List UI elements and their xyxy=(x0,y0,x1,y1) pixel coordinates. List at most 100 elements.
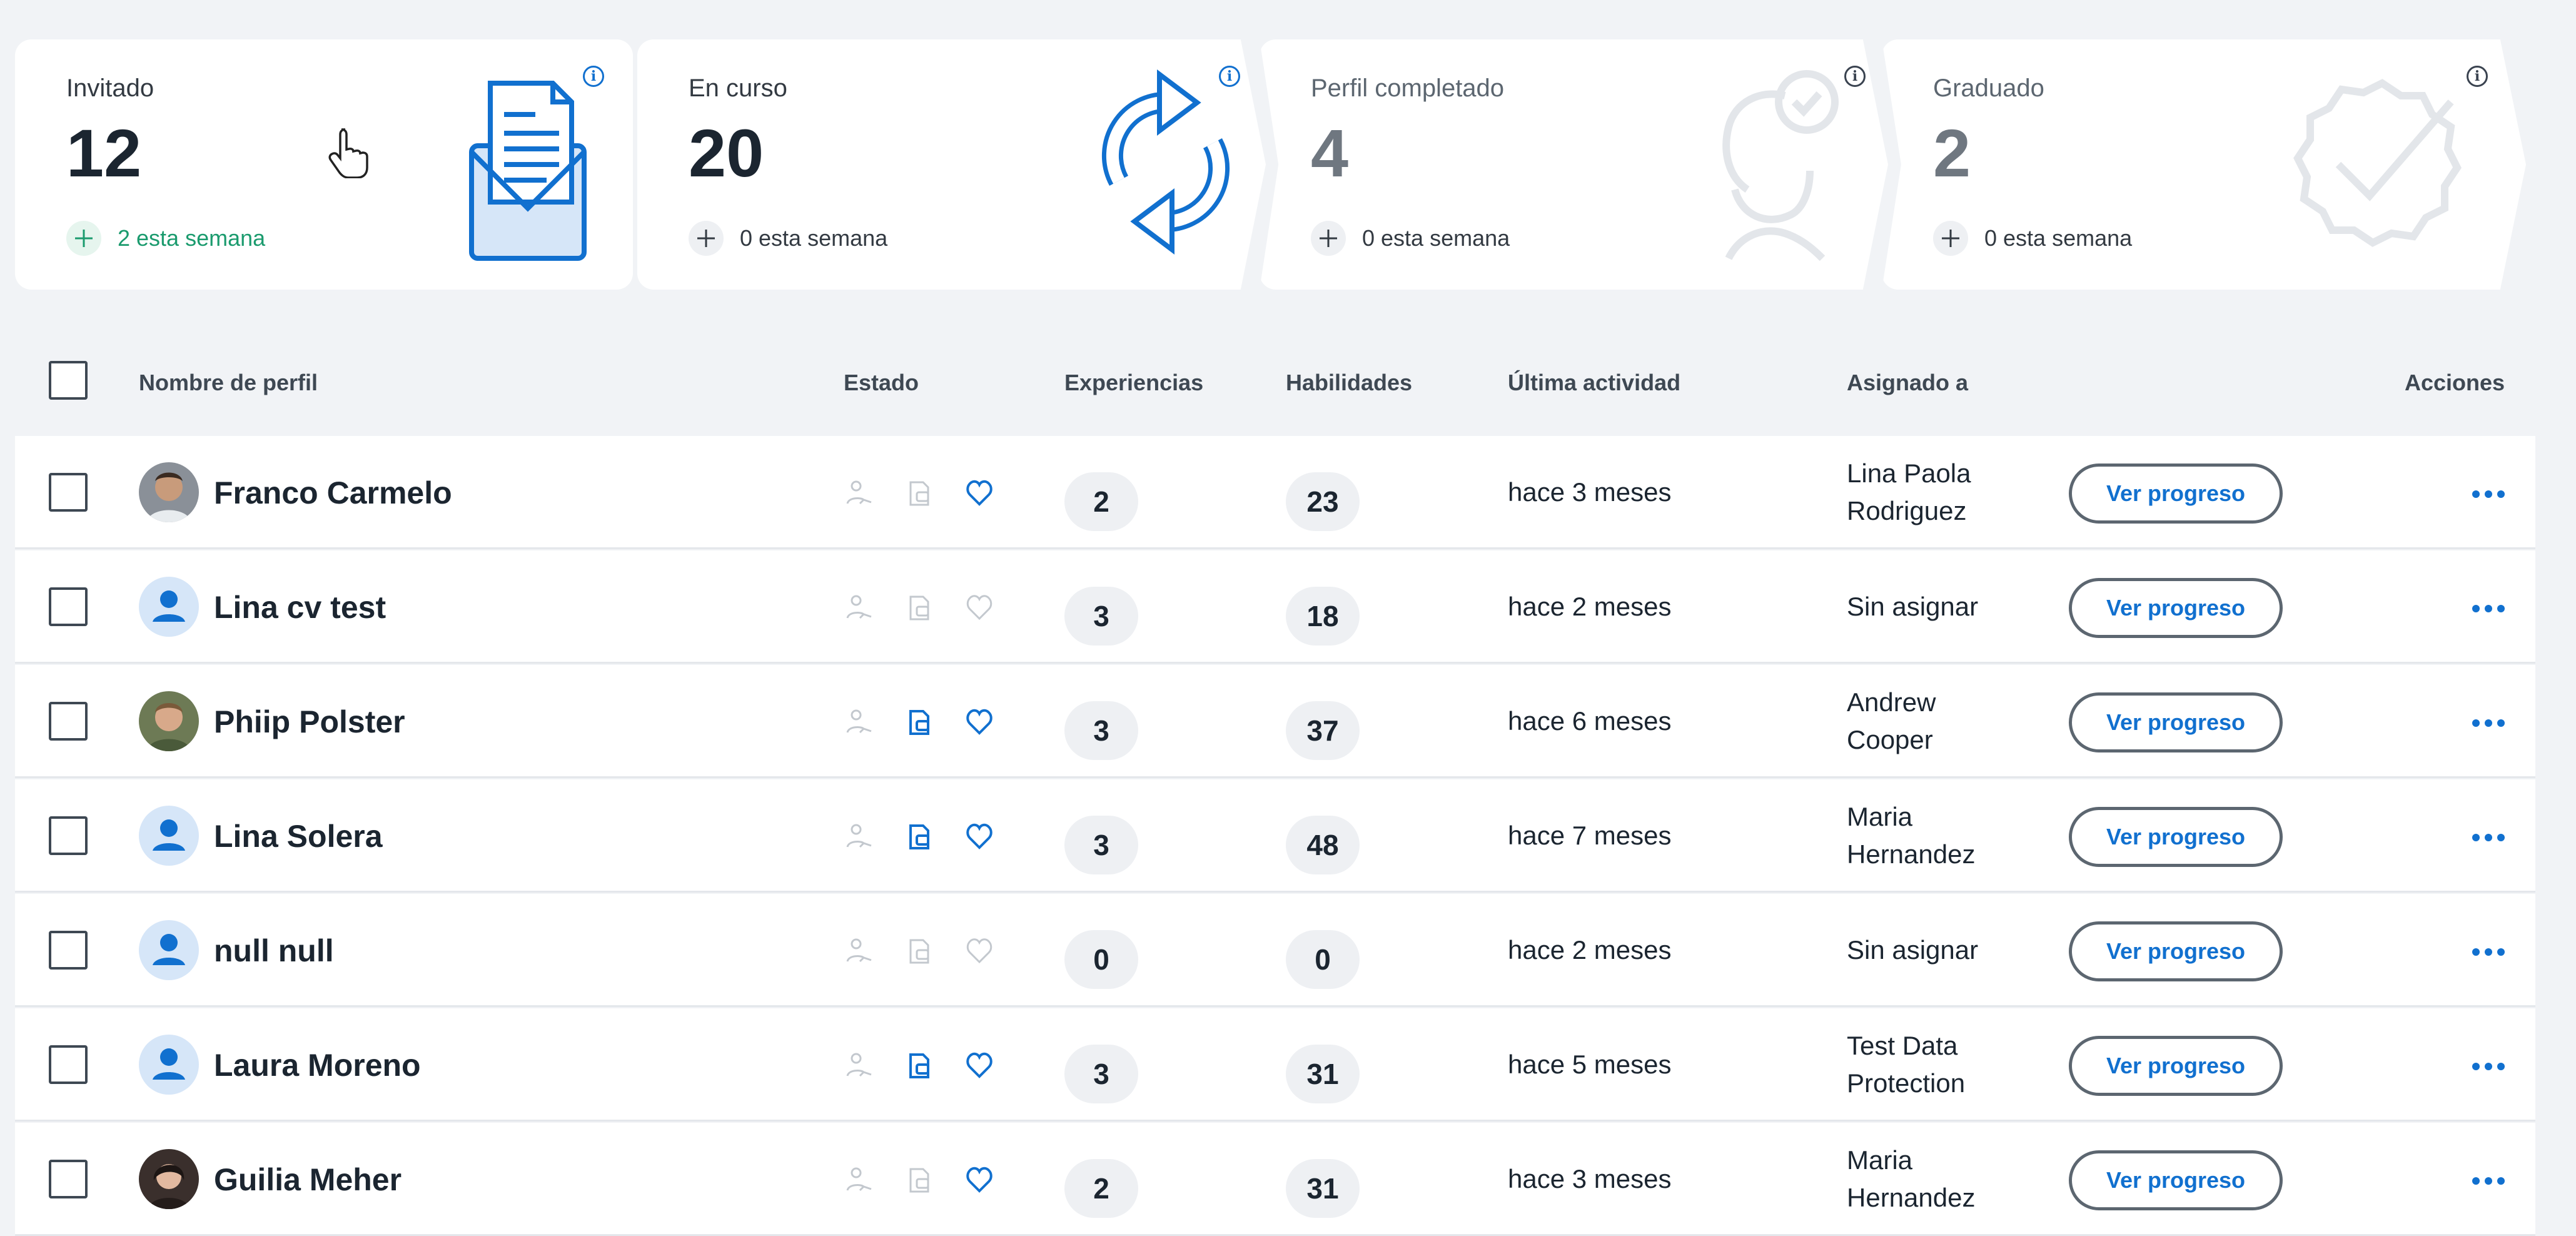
hand-cursor-icon xyxy=(328,128,368,178)
table-row[interactable]: Lina cv test 3 18 hace 2 meses Sin asign… xyxy=(15,550,2535,664)
last-activity: hace 5 meses xyxy=(1508,1050,1672,1079)
signature-icon xyxy=(846,938,872,963)
card-value: 4 xyxy=(1311,115,1349,191)
heart-icon[interactable] xyxy=(964,822,994,852)
more-options-icon[interactable] xyxy=(2470,714,2507,732)
avatar xyxy=(139,806,199,866)
column-header-assigned[interactable]: Asignado a xyxy=(1847,370,1968,396)
table-row[interactable]: Laura Moreno 3 31 hace 5 meses Test Data… xyxy=(15,1008,2535,1122)
view-progress-button[interactable]: Ver progreso xyxy=(2069,1036,2283,1096)
row-checkbox[interactable] xyxy=(49,816,88,855)
view-progress-button[interactable]: Ver progreso xyxy=(2069,921,2283,981)
heart-icon[interactable] xyxy=(964,1165,994,1195)
more-options-icon[interactable] xyxy=(2470,943,2507,961)
card-value: 2 xyxy=(1933,115,1971,191)
experiences-count: 3 xyxy=(1064,701,1138,760)
last-activity: hace 7 meses xyxy=(1508,821,1672,850)
heart-icon[interactable] xyxy=(964,1051,994,1081)
experiences-count: 3 xyxy=(1064,816,1138,874)
row-checkbox[interactable] xyxy=(49,702,88,741)
assigned-line-1: Lina Paola xyxy=(1847,458,1971,488)
column-header-experiences[interactable]: Experiencias xyxy=(1064,370,1203,396)
table-row[interactable]: Franco Carmelo 2 23 hace 3 meses Lina Pa… xyxy=(15,436,2535,549)
table-row[interactable]: Guilia Meher 2 31 hace 3 meses Maria Her… xyxy=(15,1123,2535,1236)
card-week-text: 0 esta semana xyxy=(740,225,888,251)
cv-icon xyxy=(909,1168,929,1193)
experiences-count: 0 xyxy=(1064,930,1138,989)
card-week-text: 0 esta semana xyxy=(1984,225,2133,251)
experiences-count: 2 xyxy=(1064,1159,1138,1218)
row-checkbox[interactable] xyxy=(49,931,88,970)
info-icon[interactable]: i xyxy=(1844,66,1866,87)
signature-icon xyxy=(846,1053,872,1077)
profile-name[interactable]: Franco Carmelo xyxy=(214,475,452,511)
cv-icon xyxy=(909,595,929,621)
row-checkbox[interactable] xyxy=(49,473,88,512)
profile-name[interactable]: Laura Moreno xyxy=(214,1047,421,1083)
card-perfil-completado[interactable]: Perfil completado 4 0 esta semana i xyxy=(1260,39,1888,290)
last-activity: hace 3 meses xyxy=(1508,1164,1672,1193)
experiences-count: 3 xyxy=(1064,1045,1138,1103)
more-options-icon[interactable] xyxy=(2470,828,2507,847)
table-row[interactable]: Phiip Polster 3 37 hace 6 meses Andrew C… xyxy=(15,665,2535,778)
card-week: 0 esta semana xyxy=(1933,221,2132,256)
column-header-status[interactable]: Estado xyxy=(844,370,919,396)
card-week-text: 2 esta semana xyxy=(118,225,266,251)
card-week-text: 0 esta semana xyxy=(1362,225,1510,251)
last-activity: hace 2 meses xyxy=(1508,935,1672,965)
more-options-icon[interactable] xyxy=(2470,599,2507,618)
assigned-to: Andrew Cooper xyxy=(1847,684,2034,759)
profile-name[interactable]: Lina cv test xyxy=(214,589,386,626)
skills-count: 18 xyxy=(1286,587,1360,646)
row-checkbox[interactable] xyxy=(49,1160,88,1198)
column-header-name[interactable]: Nombre de perfil xyxy=(139,370,318,396)
heart-icon[interactable] xyxy=(964,479,994,509)
more-options-icon[interactable] xyxy=(2470,1172,2507,1190)
profile-name[interactable]: null null xyxy=(214,933,334,969)
refresh-icon xyxy=(1101,69,1230,255)
stats-cards: Invitado 12 2 esta semana i En curso 20 … xyxy=(15,39,2537,290)
skills-count: 31 xyxy=(1286,1159,1360,1218)
cv-icon xyxy=(909,481,929,506)
experiences-count: 3 xyxy=(1064,587,1138,646)
skills-count: 31 xyxy=(1286,1045,1360,1103)
more-options-icon[interactable] xyxy=(2470,485,2507,504)
view-progress-button[interactable]: Ver progreso xyxy=(2069,1150,2283,1210)
more-options-icon[interactable] xyxy=(2470,1057,2507,1076)
column-header-activity[interactable]: Última actividad xyxy=(1508,370,1680,396)
assigned-line-2: Rodriguez xyxy=(1847,496,1967,525)
table-header: Nombre de perfil Estado Experiencias Hab… xyxy=(15,347,2537,416)
view-progress-button[interactable]: Ver progreso xyxy=(2069,464,2283,524)
column-header-skills[interactable]: Habilidades xyxy=(1286,370,1412,396)
profile-name[interactable]: Lina Solera xyxy=(214,818,383,854)
profile-name[interactable]: Phiip Polster xyxy=(214,704,405,740)
avatar xyxy=(139,462,199,522)
profile-name[interactable]: Guilia Meher xyxy=(214,1162,402,1198)
assigned-line-2: Cooper xyxy=(1847,725,1933,754)
table-row[interactable]: Lina Solera 3 48 hace 7 meses Maria Hern… xyxy=(15,779,2535,893)
card-invitado[interactable]: Invitado 12 2 esta semana i xyxy=(15,39,633,290)
card-graduado[interactable]: Graduado 2 0 esta semana i xyxy=(1882,39,2526,290)
view-progress-button[interactable]: Ver progreso xyxy=(2069,578,2283,638)
plus-icon xyxy=(689,221,724,256)
envelope-icon xyxy=(469,81,587,261)
view-progress-button[interactable]: Ver progreso xyxy=(2069,692,2283,752)
assigned-line-2: Hernandez xyxy=(1847,839,1976,869)
heart-icon[interactable] xyxy=(964,707,994,737)
avatar xyxy=(139,1149,199,1209)
heart-icon[interactable] xyxy=(964,936,994,966)
card-label: Invitado xyxy=(66,74,154,102)
cv-icon xyxy=(909,939,929,964)
assigned-line-1: Sin asignar xyxy=(1847,935,1979,965)
heart-icon[interactable] xyxy=(964,593,994,623)
row-checkbox[interactable] xyxy=(49,587,88,626)
assigned-line-1: Sin asignar xyxy=(1847,592,1979,621)
card-en-curso[interactable]: En curso 20 0 esta semana i xyxy=(637,39,1266,290)
view-progress-button[interactable]: Ver progreso xyxy=(2069,807,2283,867)
skills-count: 0 xyxy=(1286,930,1360,989)
select-all-checkbox[interactable] xyxy=(49,361,88,400)
signature-icon xyxy=(846,1167,872,1192)
table-row[interactable]: null null 0 0 hace 2 meses Sin asignar V… xyxy=(15,894,2535,1007)
row-checkbox[interactable] xyxy=(49,1045,88,1084)
assigned-to: Sin asignar xyxy=(1847,588,2034,626)
